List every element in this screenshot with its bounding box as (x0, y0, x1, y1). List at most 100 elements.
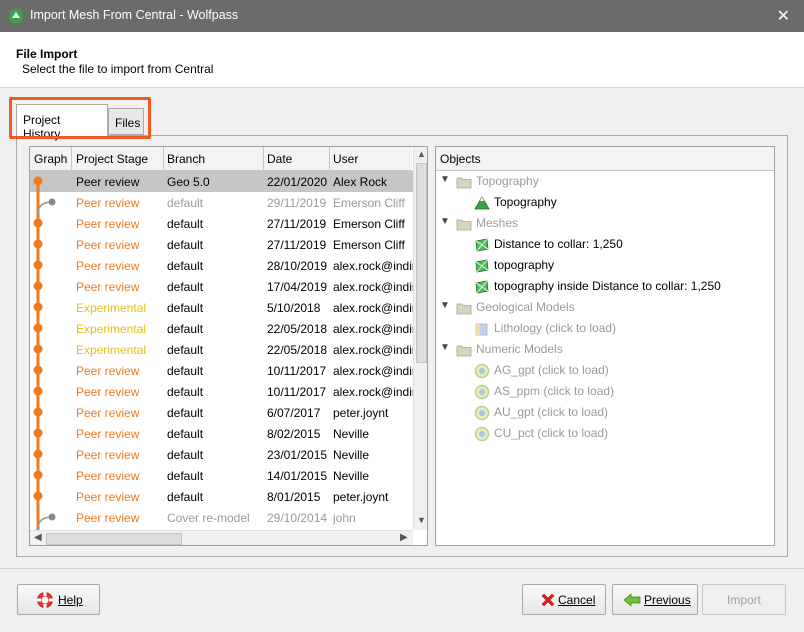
collapse-triangle-icon[interactable]: ▼ (440, 342, 450, 353)
cell-branch: default (167, 385, 204, 399)
cell-date: 27/11/2019 (267, 217, 327, 231)
cell-branch: default (167, 238, 204, 252)
cell-branch: default (167, 364, 204, 378)
cell-user: Neville (333, 427, 370, 441)
graph-node (48, 513, 56, 521)
table-row[interactable]: Peer review Geo 5.0 22/01/2020 Alex Rock (30, 171, 414, 192)
cell-user: john (333, 511, 356, 525)
cell-user: alex.rock@indir (333, 280, 413, 294)
tree-item-label: Distance to collar: 1,250 (494, 237, 623, 251)
cell-user: alex.rock@indir (333, 385, 413, 399)
objects-panel: Objects ▼ Topography Topography ▼ Meshes … (435, 146, 775, 546)
col-user[interactable]: User (333, 152, 358, 166)
title-bar: Import Mesh From Central - Wolfpass ✕ (0, 0, 804, 32)
table-row[interactable]: Experimental default 22/05/2018 alex.rock@i… (30, 339, 414, 360)
collapse-triangle-icon[interactable]: ▼ (440, 174, 450, 185)
graph-node (33, 344, 43, 354)
help-label: Help (58, 593, 83, 607)
cell-project-stage: Experimental (76, 322, 147, 336)
col-branch[interactable]: Branch (167, 152, 205, 166)
cell-project-stage: Peer review (76, 469, 140, 483)
cell-user: Alex Rock (333, 175, 388, 189)
topography-icon (474, 195, 490, 211)
table-row[interactable]: Peer review default 27/11/2019 Emerson Clif… (30, 234, 414, 255)
table-row[interactable]: Peer review default 8/01/2015 peter.joynt (30, 486, 414, 507)
table-row[interactable]: Peer review default 14/01/2015 Neville (30, 465, 414, 486)
scroll-up-icon[interactable]: ▲ (417, 149, 426, 159)
import-label: Import (727, 593, 762, 607)
numeric-model-icon (474, 363, 490, 379)
col-graph[interactable]: Graph (34, 152, 67, 166)
cell-project-stage: Peer review (76, 217, 140, 231)
cell-branch: default (167, 259, 204, 273)
table-row[interactable]: Peer review default 28/10/2019 alex.rock@in… (30, 255, 414, 276)
cancel-button[interactable]: Cancel (522, 584, 606, 615)
cell-branch: default (167, 406, 204, 420)
cell-date: 10/11/2017 (267, 364, 327, 378)
graph-node (33, 239, 43, 249)
cell-project-stage: Experimental (76, 301, 147, 315)
tree-item-label: AG_gpt (click to load) (494, 363, 609, 377)
graph-node (48, 198, 56, 206)
table-row[interactable]: Peer review default 8/02/2015 Neville (30, 423, 414, 444)
window-title: Import Mesh From Central - Wolfpass (30, 8, 239, 22)
table-row[interactable]: Peer review default 10/11/2017 alex.rock@in… (30, 360, 414, 381)
hscroll-thumb[interactable] (46, 533, 182, 545)
import-button[interactable]: Import (702, 584, 786, 615)
geomodel-icon (474, 321, 490, 337)
table-header: Graph Project Stage Branch Date User (30, 147, 412, 171)
cell-user: alex.rock@indir (333, 322, 413, 336)
cell-user: Neville (333, 448, 370, 462)
collapse-triangle-icon[interactable]: ▼ (440, 300, 450, 311)
table-row[interactable]: Experimental default 5/10/2018 alex.rock@in… (30, 297, 414, 318)
cell-project-stage: Peer review (76, 385, 140, 399)
cell-date: 8/01/2015 (267, 490, 321, 504)
tree-item-label: AU_gpt (click to load) (494, 405, 609, 419)
table-row[interactable]: Peer review default 6/07/2017 peter.joynt (30, 402, 414, 423)
numeric-model-icon (474, 426, 490, 442)
cell-user: alex.rock@indir (333, 343, 413, 357)
cell-branch: default (167, 490, 204, 504)
folder-icon (456, 342, 472, 358)
project-history-table[interactable]: Graph Project Stage Branch Date User Pee… (29, 146, 428, 546)
cell-user: peter.joynt (333, 490, 389, 504)
vertical-scrollbar[interactable]: ▲ ▼ (413, 147, 427, 530)
scroll-right-icon[interactable]: ▶ (400, 532, 408, 543)
cell-date: 23/01/2015 (267, 448, 328, 462)
table-row[interactable]: Peer review default 23/01/2015 Neville (30, 444, 414, 465)
cell-branch: Geo 5.0 (167, 175, 210, 189)
help-button[interactable]: Help (17, 584, 100, 615)
cell-branch: default (167, 448, 204, 462)
cell-date: 22/05/2018 (267, 343, 328, 357)
cell-date: 5/10/2018 (267, 301, 321, 315)
col-project-stage[interactable]: Project Stage (76, 152, 148, 166)
tree-group-label: Geological Models (476, 300, 575, 314)
cell-date: 10/11/2017 (267, 385, 327, 399)
horizontal-scrollbar[interactable]: ◀ ▶ (30, 530, 413, 545)
cell-date: 17/04/2019 (267, 280, 328, 294)
previous-button[interactable]: Previous (612, 584, 698, 615)
cell-project-stage: Peer review (76, 196, 140, 210)
history-graph (33, 176, 56, 531)
footer-divider (0, 568, 804, 569)
graph-node (33, 491, 43, 501)
cell-user: peter.joynt (333, 406, 389, 420)
tree-item-label: AS_ppm (click to load) (494, 384, 615, 398)
table-row[interactable]: Experimental default 22/05/2018 alex.rock@i… (30, 318, 414, 339)
scroll-down-icon[interactable]: ▼ (417, 515, 426, 525)
table-row[interactable]: Peer review default 10/11/2017 alex.rock@in… (30, 381, 414, 402)
scroll-left-icon[interactable]: ◀ (34, 532, 42, 543)
tree-item-label: CU_pct (click to load) (494, 426, 609, 440)
table-row[interactable]: Peer review Cover re-model 29/10/2014 john (30, 507, 414, 528)
col-date[interactable]: Date (267, 152, 292, 166)
table-row[interactable]: Peer review default 29/11/2019 Emerson Clif… (30, 192, 414, 213)
table-row[interactable]: Peer review default 17/04/2019 alex.rock@in… (30, 276, 414, 297)
cell-project-stage: Peer review (76, 280, 140, 294)
close-icon[interactable]: ✕ (777, 6, 790, 26)
table-row[interactable]: Peer review default 27/11/2019 Emerson Clif… (30, 213, 414, 234)
history-rows: Peer review Geo 5.0 22/01/2020 Alex Rock Pee… (30, 171, 414, 528)
scroll-thumb[interactable] (416, 163, 427, 363)
cell-user: alex.rock@indir (333, 301, 413, 315)
collapse-triangle-icon[interactable]: ▼ (440, 216, 450, 227)
mesh-icon (474, 258, 490, 274)
